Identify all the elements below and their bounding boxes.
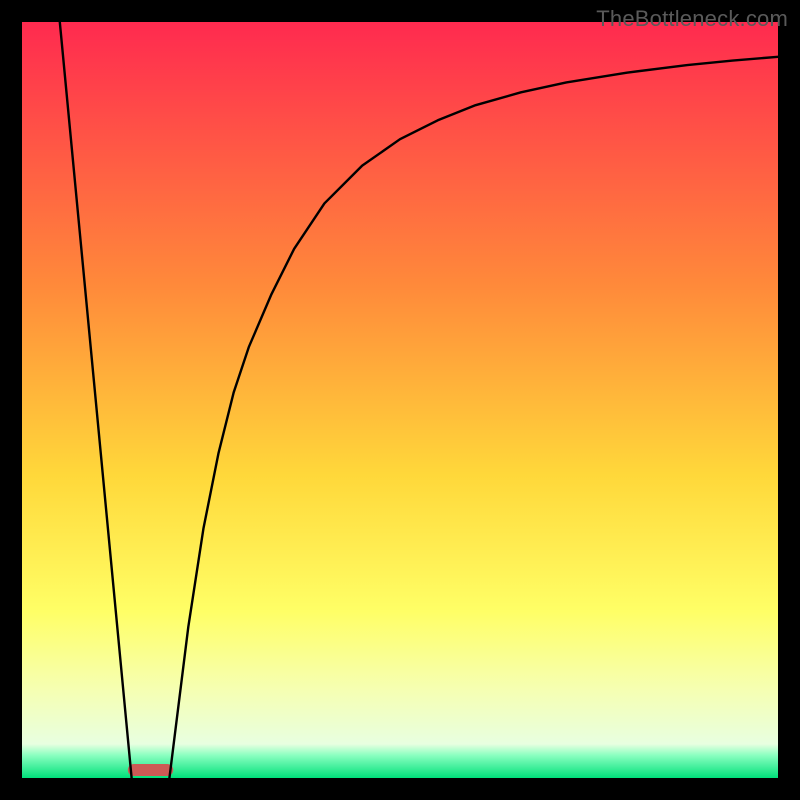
chart-background xyxy=(22,22,778,778)
chart-svg xyxy=(22,22,778,778)
watermark-label: TheBottleneck.com xyxy=(596,6,788,32)
chart-area xyxy=(22,22,778,778)
optimal-marker xyxy=(128,764,173,776)
